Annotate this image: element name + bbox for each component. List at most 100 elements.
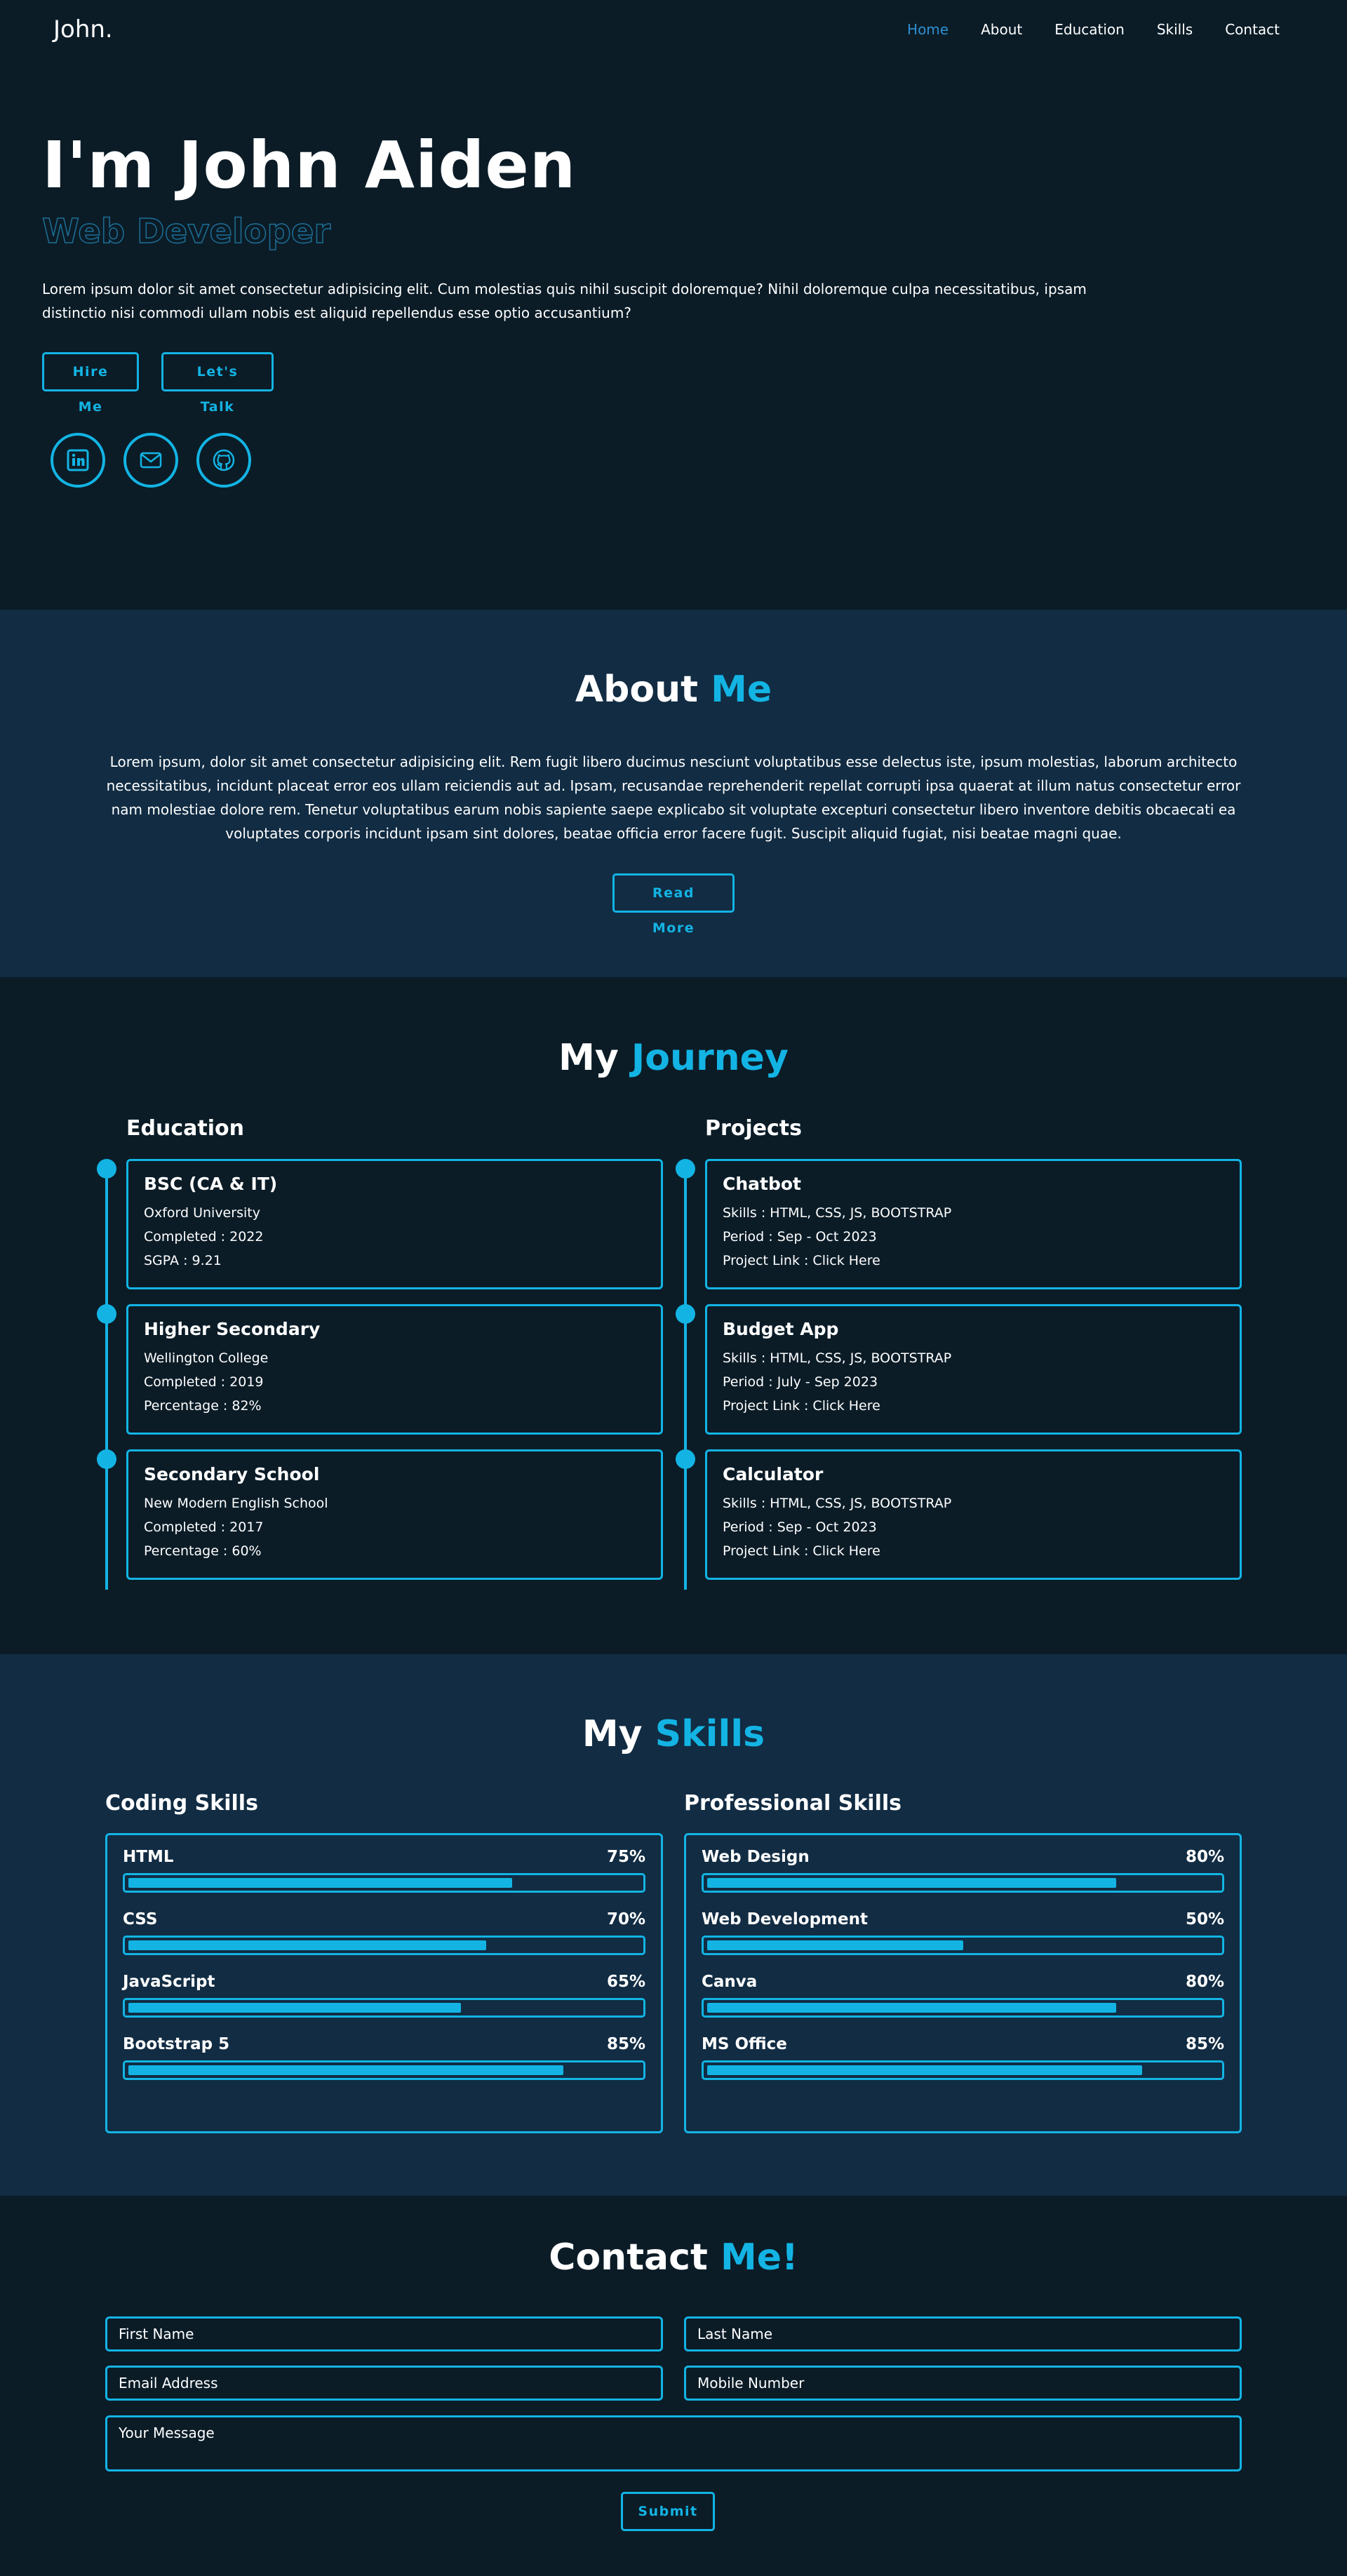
education-card: Secondary School New Modern English Scho… xyxy=(126,1449,663,1580)
skill-item: Web Design 80% xyxy=(702,1848,1224,1893)
skill-percent: 80% xyxy=(1185,1973,1224,1991)
main-nav: Home About Education Skills Contact xyxy=(907,21,1280,38)
submit-button[interactable]: Submit xyxy=(621,2492,715,2531)
skills-title-accent: Skills xyxy=(655,1713,765,1755)
message-field[interactable] xyxy=(105,2415,1242,2471)
journey-title-accent: Journey xyxy=(631,1037,789,1079)
skill-percent: 50% xyxy=(1185,1910,1224,1928)
coding-skills-box: HTML 75% CSS 70% JavaScript 65% Bootstrap 5… xyxy=(105,1833,663,2133)
nav-about[interactable]: About xyxy=(981,21,1022,38)
about-title-accent: Me xyxy=(711,669,772,711)
timeline-line xyxy=(684,1167,687,1590)
projects-column: Projects Chatbot Skills : HTML, CSS, JS,… xyxy=(676,1116,1245,1590)
skill-bar xyxy=(702,1998,1224,2018)
skill-bar-fill xyxy=(128,1940,487,1950)
card-title: Calculator xyxy=(723,1464,824,1484)
contact-title: Contact Me! xyxy=(0,2236,1347,2279)
skill-bar-fill xyxy=(128,2065,563,2075)
nav-skills[interactable]: Skills xyxy=(1157,21,1193,38)
card-line: New Modern English School xyxy=(144,1496,328,1511)
timeline-line xyxy=(105,1167,108,1590)
card-line: Period : Sep - Oct 2023 xyxy=(723,1520,877,1535)
skill-bar-fill xyxy=(128,2003,461,2013)
card-line: Completed : 2019 xyxy=(144,1374,264,1390)
nav-home[interactable]: Home xyxy=(907,21,949,38)
projects-title: Projects xyxy=(705,1116,803,1141)
skill-bar-fill xyxy=(707,2065,1142,2075)
card-title: Budget App xyxy=(723,1319,839,1339)
read-more-button[interactable]: Read More xyxy=(612,873,735,936)
github-link[interactable] xyxy=(196,433,251,488)
skill-bar xyxy=(123,2060,645,2080)
card-line: Completed : 2022 xyxy=(144,1229,264,1245)
timeline-dot xyxy=(97,1449,116,1469)
skill-percent: 65% xyxy=(606,1973,645,1991)
skill-name: CSS xyxy=(123,1910,158,1928)
skill-name: MS Office xyxy=(702,2035,787,2053)
timeline-dot xyxy=(676,1449,695,1469)
skill-bar-fill xyxy=(707,1940,963,1950)
skill-item: HTML 75% xyxy=(123,1848,645,1893)
card-title: Secondary School xyxy=(144,1464,320,1484)
card-line: Completed : 2017 xyxy=(144,1520,264,1535)
contact-section: Contact Me! Submit xyxy=(0,2196,1347,2576)
lets-talk-button[interactable]: Let's Talk xyxy=(161,352,274,415)
about-title-main: About xyxy=(575,669,698,711)
skill-item: JavaScript 65% xyxy=(123,1973,645,2018)
mobile-field[interactable] xyxy=(684,2366,1242,2401)
skill-name: HTML xyxy=(123,1848,174,1866)
hero-description: Lorem ipsum dolor sit amet consectetur a… xyxy=(42,281,1087,321)
timeline-dot xyxy=(97,1304,116,1324)
skill-item: CSS 70% xyxy=(123,1910,645,1955)
card-line: Skills : HTML, CSS, JS, BOOTSTRAP xyxy=(723,1205,952,1221)
project-link[interactable]: Project Link : Click Here xyxy=(723,1394,1224,1418)
skill-item: Canva 80% xyxy=(702,1973,1224,2018)
email-link[interactable] xyxy=(123,433,178,488)
linkedin-link[interactable] xyxy=(51,433,105,488)
hire-me-button[interactable]: Hire Me xyxy=(42,352,139,415)
education-card: BSC (CA & IT) Oxford University Complete… xyxy=(126,1159,663,1289)
contact-title-main: Contact xyxy=(549,2236,708,2279)
skill-name: Web Development xyxy=(702,1910,868,1928)
journey-section: My Journey Education BSC (CA & IT) Oxfor… xyxy=(0,977,1347,1654)
social-links xyxy=(51,433,251,488)
card-line: Oxford University xyxy=(144,1205,260,1221)
project-link[interactable]: Project Link : Click Here xyxy=(723,1539,1224,1563)
project-card: Chatbot Skills : HTML, CSS, JS, BOOTSTRA… xyxy=(705,1159,1242,1289)
card-title: BSC (CA & IT) xyxy=(144,1174,278,1194)
timeline-dot xyxy=(676,1304,695,1324)
skill-name: Web Design xyxy=(702,1848,810,1866)
nav-contact[interactable]: Contact xyxy=(1225,21,1280,38)
skill-item: MS Office 85% xyxy=(702,2035,1224,2080)
timeline-dot xyxy=(676,1159,695,1179)
skill-percent: 75% xyxy=(606,1848,645,1866)
nav-education[interactable]: Education xyxy=(1054,21,1125,38)
mail-icon xyxy=(140,452,162,469)
about-section: About Me Lorem ipsum, dolor sit amet con… xyxy=(0,610,1347,977)
project-link[interactable]: Project Link : Click Here xyxy=(723,1249,1224,1273)
professional-skills-box: Web Design 80% Web Development 50% Canva 80… xyxy=(684,1833,1242,2133)
skill-name: JavaScript xyxy=(123,1973,215,1991)
skill-bar-fill xyxy=(128,1878,512,1888)
hero-name: I'm John Aiden xyxy=(42,128,577,203)
skill-item: Bootstrap 5 85% xyxy=(123,2035,645,2080)
education-column: Education BSC (CA & IT) Oxford Universit… xyxy=(97,1116,666,1590)
skill-percent: 70% xyxy=(606,1910,645,1928)
linkedin-icon xyxy=(67,449,89,471)
skill-item: Web Development 50% xyxy=(702,1910,1224,1955)
skills-title: My Skills xyxy=(0,1713,1347,1755)
logo[interactable]: John. xyxy=(53,15,113,43)
card-line: Percentage : 60% xyxy=(144,1543,262,1559)
skill-name: Canva xyxy=(702,1973,758,1991)
skill-percent: 85% xyxy=(1185,2035,1224,2053)
skills-section: My Skills Coding Skills HTML 75% CSS 70% J… xyxy=(0,1654,1347,2196)
professional-skills-title: Professional Skills xyxy=(684,1791,902,1816)
skill-bar xyxy=(123,1873,645,1893)
skill-percent: 80% xyxy=(1185,1848,1224,1866)
education-title: Education xyxy=(126,1116,244,1141)
first-name-field[interactable] xyxy=(105,2316,663,2352)
email-field[interactable] xyxy=(105,2366,663,2401)
card-line: Percentage : 82% xyxy=(144,1398,262,1414)
last-name-field[interactable] xyxy=(684,2316,1242,2352)
skills-title-main: My xyxy=(582,1713,643,1755)
